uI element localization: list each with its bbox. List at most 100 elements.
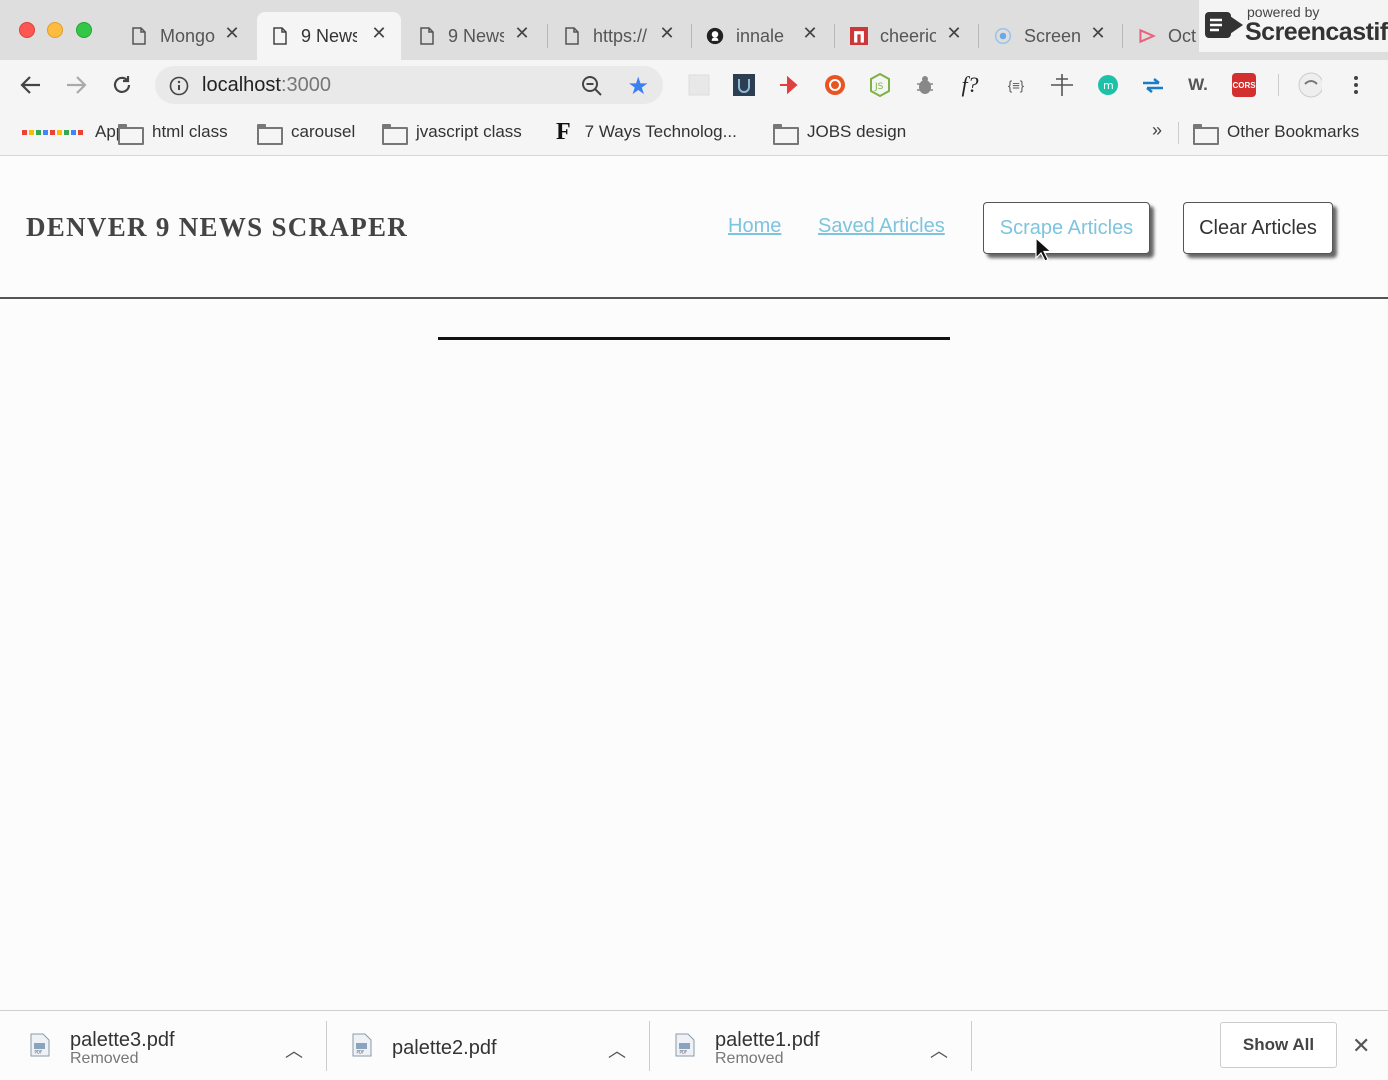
extension-function-icon[interactable]: f? bbox=[958, 72, 982, 97]
folder-icon bbox=[773, 123, 799, 145]
extension-ubuntu-icon[interactable] bbox=[823, 73, 847, 97]
extension-crosshair-icon[interactable] bbox=[1050, 73, 1074, 97]
chevron-up-icon[interactable]: ︿ bbox=[930, 1037, 948, 1063]
bookmark-other-bookmarks[interactable]: Other Bookmarks bbox=[1193, 120, 1360, 145]
back-arrow-icon bbox=[20, 76, 40, 94]
github-icon bbox=[706, 26, 724, 46]
menu-dots-icon[interactable] bbox=[1344, 73, 1368, 97]
browser-tab-active[interactable]: 9 News ✕ bbox=[257, 12, 401, 60]
close-tab-icon[interactable]: ✕ bbox=[371, 24, 387, 42]
tab-title: cheerio bbox=[880, 25, 936, 46]
site-info-icon[interactable] bbox=[169, 76, 189, 96]
tab-separator bbox=[834, 24, 835, 48]
download-item[interactable]: PDF palette2.pdf ︿ bbox=[322, 1011, 648, 1080]
screencastify-logo-icon bbox=[1205, 12, 1243, 38]
page-icon bbox=[130, 26, 148, 46]
profile-avatar-icon[interactable] bbox=[1298, 72, 1322, 98]
downloads-separator bbox=[971, 1021, 972, 1071]
tab-title: https:// bbox=[593, 25, 648, 46]
apps-grid-icon bbox=[22, 129, 83, 135]
scrape-articles-button[interactable]: Scrape Articles bbox=[983, 202, 1150, 254]
downloads-bar: PDF palette3.pdf Removed ︿ PDF palette2.… bbox=[0, 1010, 1388, 1080]
svg-text:PDF: PDF bbox=[357, 1050, 365, 1055]
bookmark-carousel[interactable]: carousel bbox=[257, 120, 355, 145]
svg-text:JS: JS bbox=[874, 82, 884, 92]
screencastify-watermark: powered by Screencastify bbox=[1198, 0, 1388, 52]
forward-arrow-icon bbox=[67, 76, 87, 94]
download-item[interactable]: PDF palette1.pdf Removed ︿ bbox=[645, 1011, 971, 1080]
forward-button[interactable] bbox=[63, 72, 89, 98]
extension-cors-icon[interactable]: CORS bbox=[1232, 73, 1256, 97]
watermark-brand-text: Screencastify bbox=[1245, 18, 1388, 46]
folder-icon bbox=[118, 123, 144, 145]
browser-tab[interactable]: innale ✕ bbox=[692, 12, 832, 60]
close-tab-icon[interactable]: ✕ bbox=[514, 24, 530, 42]
clear-articles-button[interactable]: Clear Articles bbox=[1183, 202, 1333, 254]
address-bar[interactable]: localhost:3000 ★ bbox=[155, 66, 663, 104]
npm-icon bbox=[850, 26, 868, 46]
extension-arrow-icon[interactable] bbox=[778, 73, 802, 97]
tab-separator bbox=[1122, 24, 1123, 48]
chevron-up-icon[interactable]: ︿ bbox=[285, 1037, 303, 1063]
bookmark-html-class[interactable]: html class bbox=[118, 120, 228, 145]
browser-tab[interactable]: Oct bbox=[1124, 12, 1204, 60]
browser-tab[interactable]: https:// ✕ bbox=[549, 12, 689, 60]
tab-title: Screen bbox=[1024, 25, 1080, 46]
site-title: DENVER 9 NEWS SCRAPER bbox=[26, 212, 409, 242]
zoom-icon[interactable] bbox=[581, 75, 603, 97]
browser-tab[interactable]: Screen ✕ bbox=[980, 12, 1120, 60]
chevron-up-icon[interactable]: ︿ bbox=[608, 1037, 626, 1063]
bookmark-apps[interactable]: Apps bbox=[22, 120, 134, 144]
extension-blank-icon[interactable] bbox=[687, 73, 711, 97]
bookmarks-bar: Apps html class carousel jvascript class… bbox=[0, 110, 1388, 156]
download-status: Removed bbox=[715, 1050, 784, 1067]
browser-tab[interactable]: cheerio ✕ bbox=[836, 12, 976, 60]
bookmark-7-ways[interactable]: F 7 Ways Technolog... bbox=[556, 119, 737, 145]
download-filename: palette1.pdf bbox=[715, 1029, 820, 1051]
bookmark-jobs-design[interactable]: JOBS design bbox=[773, 120, 906, 145]
extension-w-icon[interactable]: W. bbox=[1186, 73, 1210, 97]
reload-icon bbox=[113, 76, 131, 93]
nav-saved-articles-link[interactable]: Saved Articles bbox=[818, 215, 945, 238]
close-tab-icon[interactable]: ✕ bbox=[224, 24, 240, 42]
site-header: DENVER 9 NEWS SCRAPER Home Saved Article… bbox=[0, 157, 1388, 299]
browser-tab[interactable]: 9 News ✕ bbox=[404, 12, 544, 60]
svg-text:PDF: PDF bbox=[35, 1050, 43, 1055]
browser-tab[interactable]: Mongo ✕ bbox=[116, 12, 254, 60]
folder-icon bbox=[257, 123, 283, 145]
tab-title: 9 News bbox=[448, 25, 504, 46]
show-all-button[interactable]: Show All bbox=[1220, 1022, 1337, 1068]
extension-transfer-icon[interactable] bbox=[1141, 73, 1165, 97]
bookmark-label: 7 Ways Technolog... bbox=[584, 122, 737, 141]
bookmark-star-icon[interactable]: ★ bbox=[627, 72, 649, 101]
extension-meetup-icon[interactable]: m bbox=[1096, 73, 1120, 97]
bookmark-label: Other Bookmarks bbox=[1227, 122, 1360, 141]
toolbar-separator bbox=[1278, 74, 1279, 96]
tab-title: innale bbox=[736, 25, 785, 46]
bookmark-jvascript-class[interactable]: jvascript class bbox=[382, 120, 522, 145]
page-content: DENVER 9 NEWS SCRAPER Home Saved Article… bbox=[0, 157, 1388, 1010]
extension-bug-icon[interactable] bbox=[913, 73, 937, 97]
bookmarks-overflow-icon[interactable]: » bbox=[1152, 120, 1162, 141]
minimize-window-button[interactable] bbox=[47, 22, 63, 38]
tab-strip: Mongo ✕ 9 News ✕ 9 News ✕ https:// ✕ inn… bbox=[0, 0, 1388, 60]
extension-json-icon[interactable]: {≡} bbox=[1004, 73, 1028, 97]
close-downloads-icon[interactable]: ✕ bbox=[1352, 1033, 1370, 1059]
url-text[interactable]: localhost:3000 bbox=[202, 74, 331, 97]
extension-nodejs-icon[interactable]: JS bbox=[868, 73, 892, 97]
back-button[interactable] bbox=[18, 72, 44, 98]
screencastify-icon bbox=[994, 26, 1012, 46]
close-window-button[interactable] bbox=[19, 22, 35, 38]
maximize-window-button[interactable] bbox=[76, 22, 92, 38]
close-tab-icon[interactable]: ✕ bbox=[802, 24, 818, 42]
close-tab-icon[interactable]: ✕ bbox=[946, 24, 962, 42]
folder-icon bbox=[382, 123, 408, 145]
extension-u-icon[interactable] bbox=[732, 73, 756, 97]
bookmark-label: html class bbox=[152, 122, 228, 141]
download-item[interactable]: PDF palette3.pdf Removed ︿ bbox=[0, 1011, 326, 1080]
close-tab-icon[interactable]: ✕ bbox=[659, 24, 675, 42]
download-filename: palette2.pdf bbox=[392, 1037, 497, 1059]
reload-button[interactable] bbox=[109, 72, 135, 98]
close-tab-icon[interactable]: ✕ bbox=[1090, 24, 1106, 42]
nav-home-link[interactable]: Home bbox=[728, 215, 781, 238]
